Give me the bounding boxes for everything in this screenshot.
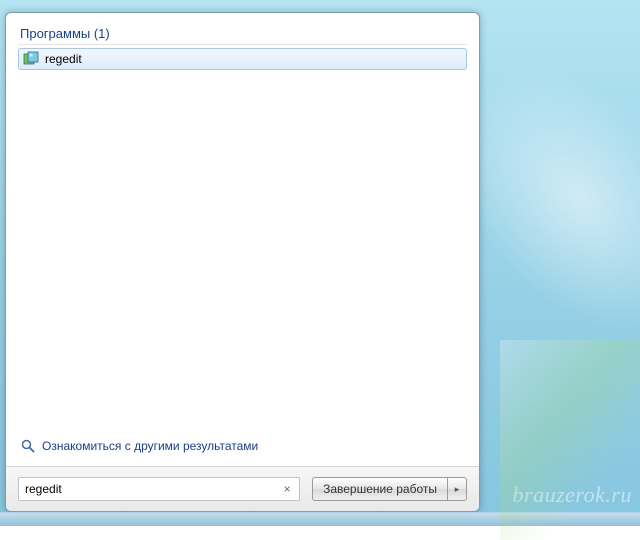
search-icon xyxy=(20,438,36,454)
search-input[interactable] xyxy=(25,482,279,496)
see-more-results-label: Ознакомиться с другими результатами xyxy=(42,439,258,453)
shutdown-button[interactable]: Завершение работы xyxy=(312,477,447,501)
shutdown-button-group: Завершение работы ▸ xyxy=(312,477,467,501)
see-more-results-link[interactable]: Ознакомиться с другими результатами xyxy=(18,432,467,460)
search-result-label: regedit xyxy=(45,52,82,66)
desktop-background: Программы (1) regedit xyxy=(0,0,640,526)
programs-section-header: Программы (1) xyxy=(18,22,467,45)
start-menu-results-pane: Программы (1) regedit xyxy=(6,13,479,466)
start-menu: Программы (1) regedit xyxy=(5,12,480,512)
shutdown-options-arrow[interactable]: ▸ xyxy=(447,477,467,501)
regedit-icon xyxy=(23,51,39,67)
clear-search-button[interactable]: × xyxy=(279,481,295,497)
start-menu-footer: × Завершение работы ▸ xyxy=(6,466,479,511)
taskbar[interactable] xyxy=(0,512,640,526)
search-box[interactable]: × xyxy=(18,477,300,501)
search-result-regedit[interactable]: regedit xyxy=(18,48,467,70)
results-spacer xyxy=(18,70,467,432)
watermark-text: brauzerok.ru xyxy=(513,482,632,508)
